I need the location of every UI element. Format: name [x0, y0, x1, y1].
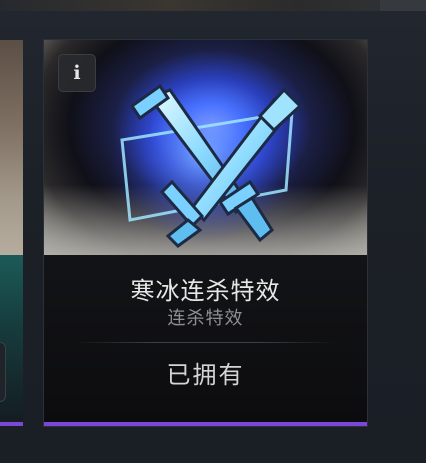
- item-category: 连杀特效: [167, 308, 244, 329]
- item-title: 寒冰连杀特效: [130, 277, 281, 305]
- item-card[interactable]: i 寒冰连杀特效 连杀特效 已拥有: [44, 40, 367, 426]
- item-thumbnail: i: [44, 40, 367, 255]
- rarity-bar: [0, 422, 23, 426]
- crossed-swords-icon: [109, 70, 303, 248]
- top-strip-corner: [380, 0, 426, 11]
- rarity-bar: [44, 422, 367, 426]
- item-collection-panel: i 寒冰连杀特效 连杀特效 已拥有: [0, 0, 426, 463]
- info-button[interactable]: i: [58, 54, 96, 92]
- scroll-left-handle[interactable]: [0, 342, 6, 402]
- divider: [74, 342, 337, 343]
- item-thumbnail: [0, 40, 23, 255]
- top-strip: [0, 0, 426, 11]
- owned-status: 已拥有: [166, 361, 245, 389]
